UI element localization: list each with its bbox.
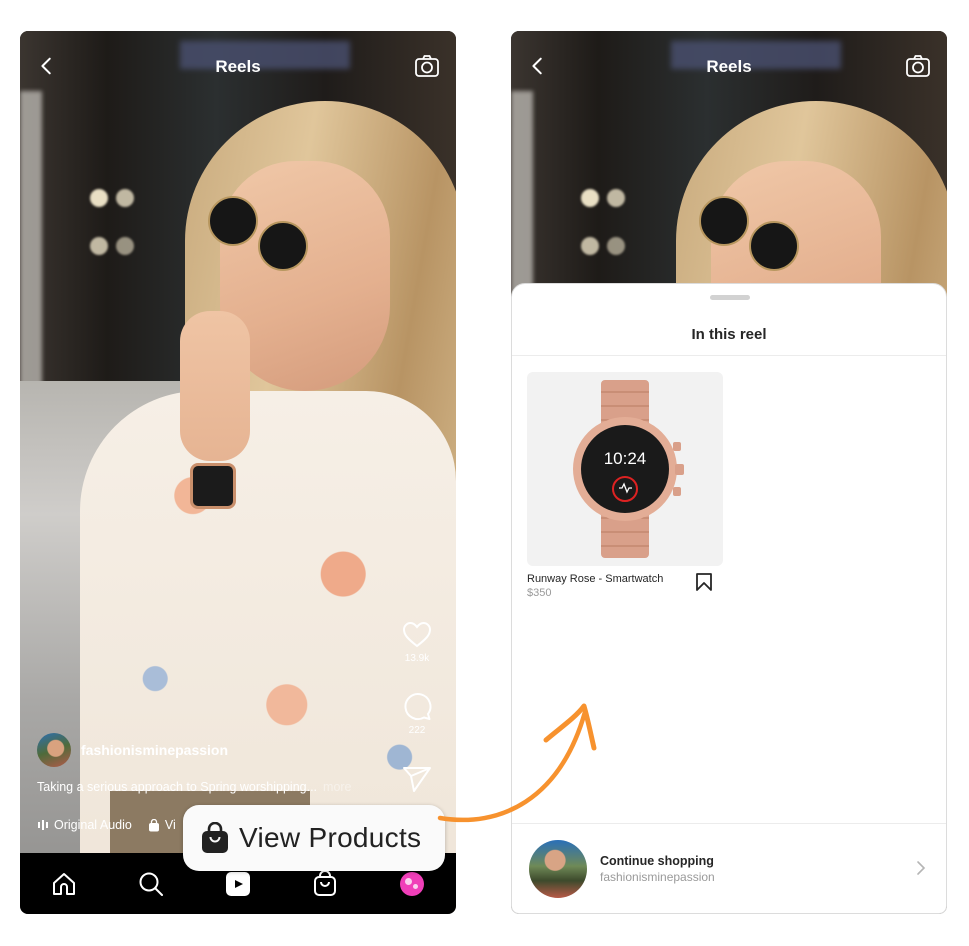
paper-plane-icon (403, 767, 431, 792)
heart-icon (402, 621, 432, 648)
product-name[interactable]: Runway Rose - Smartwatch (527, 573, 723, 585)
person-hand (180, 311, 250, 461)
home-icon (52, 872, 75, 895)
view-products-label: View Products (239, 822, 422, 853)
like-button[interactable]: 13.9k (400, 621, 434, 664)
bg-light (116, 237, 134, 255)
top-bar: Reels (20, 49, 456, 85)
audio-label: Original Audio (54, 818, 132, 832)
continue-shopping-title: Continue shopping (600, 854, 714, 868)
product-price: $350 (527, 587, 552, 599)
caption-more-link[interactable]: more (323, 780, 351, 794)
reel-products-screen: Reels In this reel 10:24 Runway Rose - S… (511, 31, 947, 914)
comment-icon (404, 693, 432, 721)
bg-pillar (20, 91, 42, 411)
bg-light (116, 189, 134, 207)
nav-search[interactable] (131, 864, 171, 904)
meta-row: Original Audio Vi (37, 818, 192, 832)
product-card[interactable]: 10:24 Runway Rose - Smartwatch $350 (527, 372, 723, 599)
page-title: Reels (215, 57, 261, 76)
bg-light (581, 237, 599, 255)
share-button[interactable] (400, 765, 434, 793)
top-bar: Reels (511, 49, 947, 85)
products-sheet: In this reel 10:24 Runway Rose - Smartwa… (511, 283, 947, 914)
audio-bars-icon (38, 820, 48, 830)
bookmark-icon[interactable] (695, 572, 713, 592)
reel-screen: Reels 13.9k 222 fashionisminepassion Tak… (20, 31, 456, 914)
camera-icon[interactable] (414, 53, 440, 79)
view-products-button[interactable]: View Products (183, 805, 445, 871)
bg-light (607, 237, 625, 255)
author-avatar[interactable] (37, 733, 71, 767)
watch-time: 10:24 (604, 449, 647, 468)
caption[interactable]: Taking a serious approach to Spring wors… (37, 780, 352, 794)
nav-home[interactable] (44, 864, 84, 904)
sheet-title: In this reel (691, 326, 767, 343)
author-row[interactable]: fashionisminepassion (37, 733, 228, 767)
camera-icon[interactable] (905, 53, 931, 79)
page-title: Reels (706, 57, 752, 76)
caption-text: Taking a serious approach to Spring wors… (37, 780, 318, 794)
smartwatch-image: 10:24 (573, 380, 684, 558)
sunglasses-lens (749, 221, 799, 271)
product-image[interactable]: 10:24 (527, 372, 723, 566)
reels-icon (225, 871, 250, 896)
shop-avatar (529, 840, 587, 898)
sunglasses-lens (258, 221, 308, 271)
view-products-link[interactable]: Vi (148, 818, 176, 832)
divider (512, 355, 946, 356)
sheet-grabber[interactable] (710, 295, 750, 300)
original-audio-link[interactable]: Original Audio (37, 818, 132, 832)
bg-light (607, 189, 625, 207)
author-username[interactable]: fashionisminepassion (81, 742, 228, 758)
shopping-bag-icon (314, 870, 337, 896)
bg-light (90, 189, 108, 207)
comment-count: 222 (408, 725, 426, 736)
bg-light (90, 237, 108, 255)
continue-shopping-row[interactable]: Continue shopping fashionisminepassion (512, 824, 946, 914)
sunglasses-lens (699, 196, 749, 246)
shopping-bag-icon (148, 818, 159, 831)
view-products-truncated: Vi (164, 818, 176, 832)
like-count: 13.9k (404, 653, 430, 664)
person-wristwatch (190, 463, 236, 509)
profile-avatar (400, 871, 425, 896)
search-icon (139, 872, 163, 896)
bg-light (581, 189, 599, 207)
shopping-bag-icon (202, 822, 228, 853)
chevron-right-icon (917, 861, 926, 875)
continue-shopping-username: fashionisminepassion (600, 870, 715, 884)
comment-button[interactable]: 222 (400, 691, 434, 736)
sunglasses-lens (208, 196, 258, 246)
